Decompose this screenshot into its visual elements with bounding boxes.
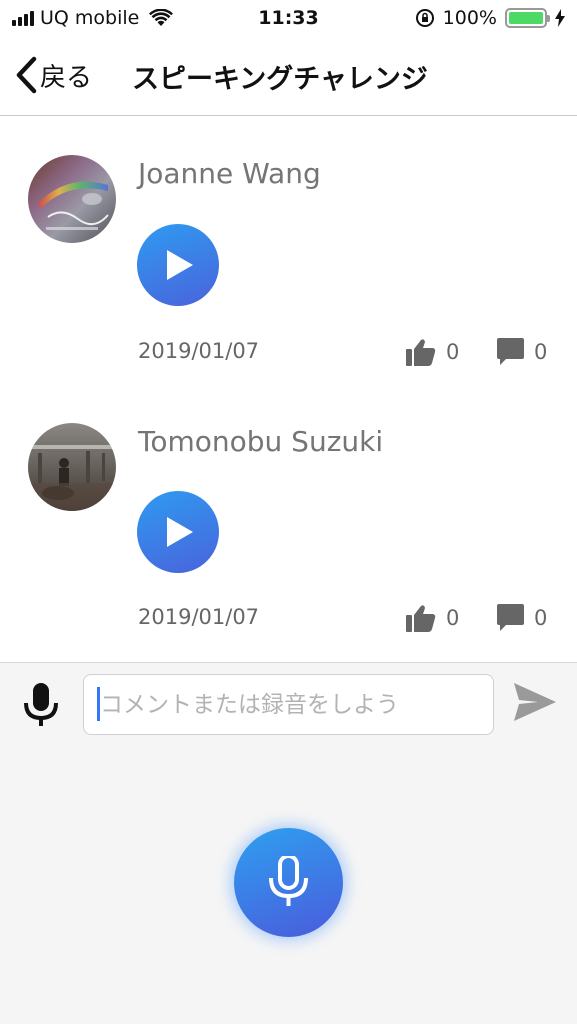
- post-date: 2019/01/07: [138, 339, 260, 363]
- back-label: 戻る: [40, 62, 93, 93]
- comment-composer: [0, 662, 577, 742]
- back-button[interactable]: 戻る: [14, 56, 92, 94]
- like-count: 0: [446, 340, 460, 364]
- comment-button[interactable]: 0: [497, 338, 547, 366]
- comment-count: 0: [534, 606, 548, 630]
- voice-input-button[interactable]: [22, 683, 60, 731]
- chevron-left-icon: [16, 56, 37, 94]
- microphone-icon: [269, 856, 308, 906]
- comment-button[interactable]: 0: [497, 604, 547, 632]
- play-icon: [167, 517, 193, 547]
- status-right: 100%: [415, 7, 565, 29]
- comment-count: 0: [534, 340, 548, 364]
- navigation-bar: 戻る スピーキングチャレンジ: [0, 38, 577, 116]
- avatar[interactable]: [28, 155, 116, 243]
- post-author-name: Tomonobu Suzuki: [138, 425, 384, 458]
- play-icon: [167, 250, 193, 280]
- post-date: 2019/01/07: [138, 605, 260, 629]
- send-button[interactable]: [514, 683, 556, 725]
- thumbs-up-icon: [406, 339, 436, 366]
- avatar-photo: [28, 423, 116, 511]
- comment-input[interactable]: [83, 674, 494, 735]
- page-title: スピーキングチャレンジ: [132, 64, 428, 95]
- status-bar: UQ mobile 11:33 100%: [0, 0, 577, 38]
- like-button[interactable]: 0: [406, 604, 459, 632]
- record-panel: [0, 742, 577, 1024]
- thumbs-up-icon: [406, 605, 436, 632]
- post-author-name: Joanne Wang: [138, 157, 321, 190]
- text-cursor: [97, 687, 100, 721]
- play-audio-button[interactable]: [137, 491, 219, 573]
- play-audio-button[interactable]: [137, 224, 219, 306]
- rotation-lock-icon: [415, 9, 434, 27]
- microphone-icon: [24, 683, 58, 726]
- battery-percentage: 100%: [442, 7, 497, 29]
- charging-bolt-icon: [555, 9, 565, 27]
- like-count: 0: [446, 606, 460, 630]
- like-button[interactable]: 0: [406, 338, 459, 366]
- battery-icon: [505, 8, 550, 28]
- battery-level-fill: [509, 12, 543, 24]
- post-item: Joanne Wang 2019/01/07 0 0: [0, 117, 577, 385]
- send-icon: [514, 683, 556, 721]
- comment-icon: [497, 604, 524, 631]
- comment-icon: [497, 338, 524, 365]
- record-button[interactable]: [234, 828, 343, 937]
- avatar-photo: [28, 155, 116, 243]
- avatar[interactable]: [28, 423, 116, 511]
- post-item: Tomonobu Suzuki 2019/01/07 0 0: [0, 385, 577, 653]
